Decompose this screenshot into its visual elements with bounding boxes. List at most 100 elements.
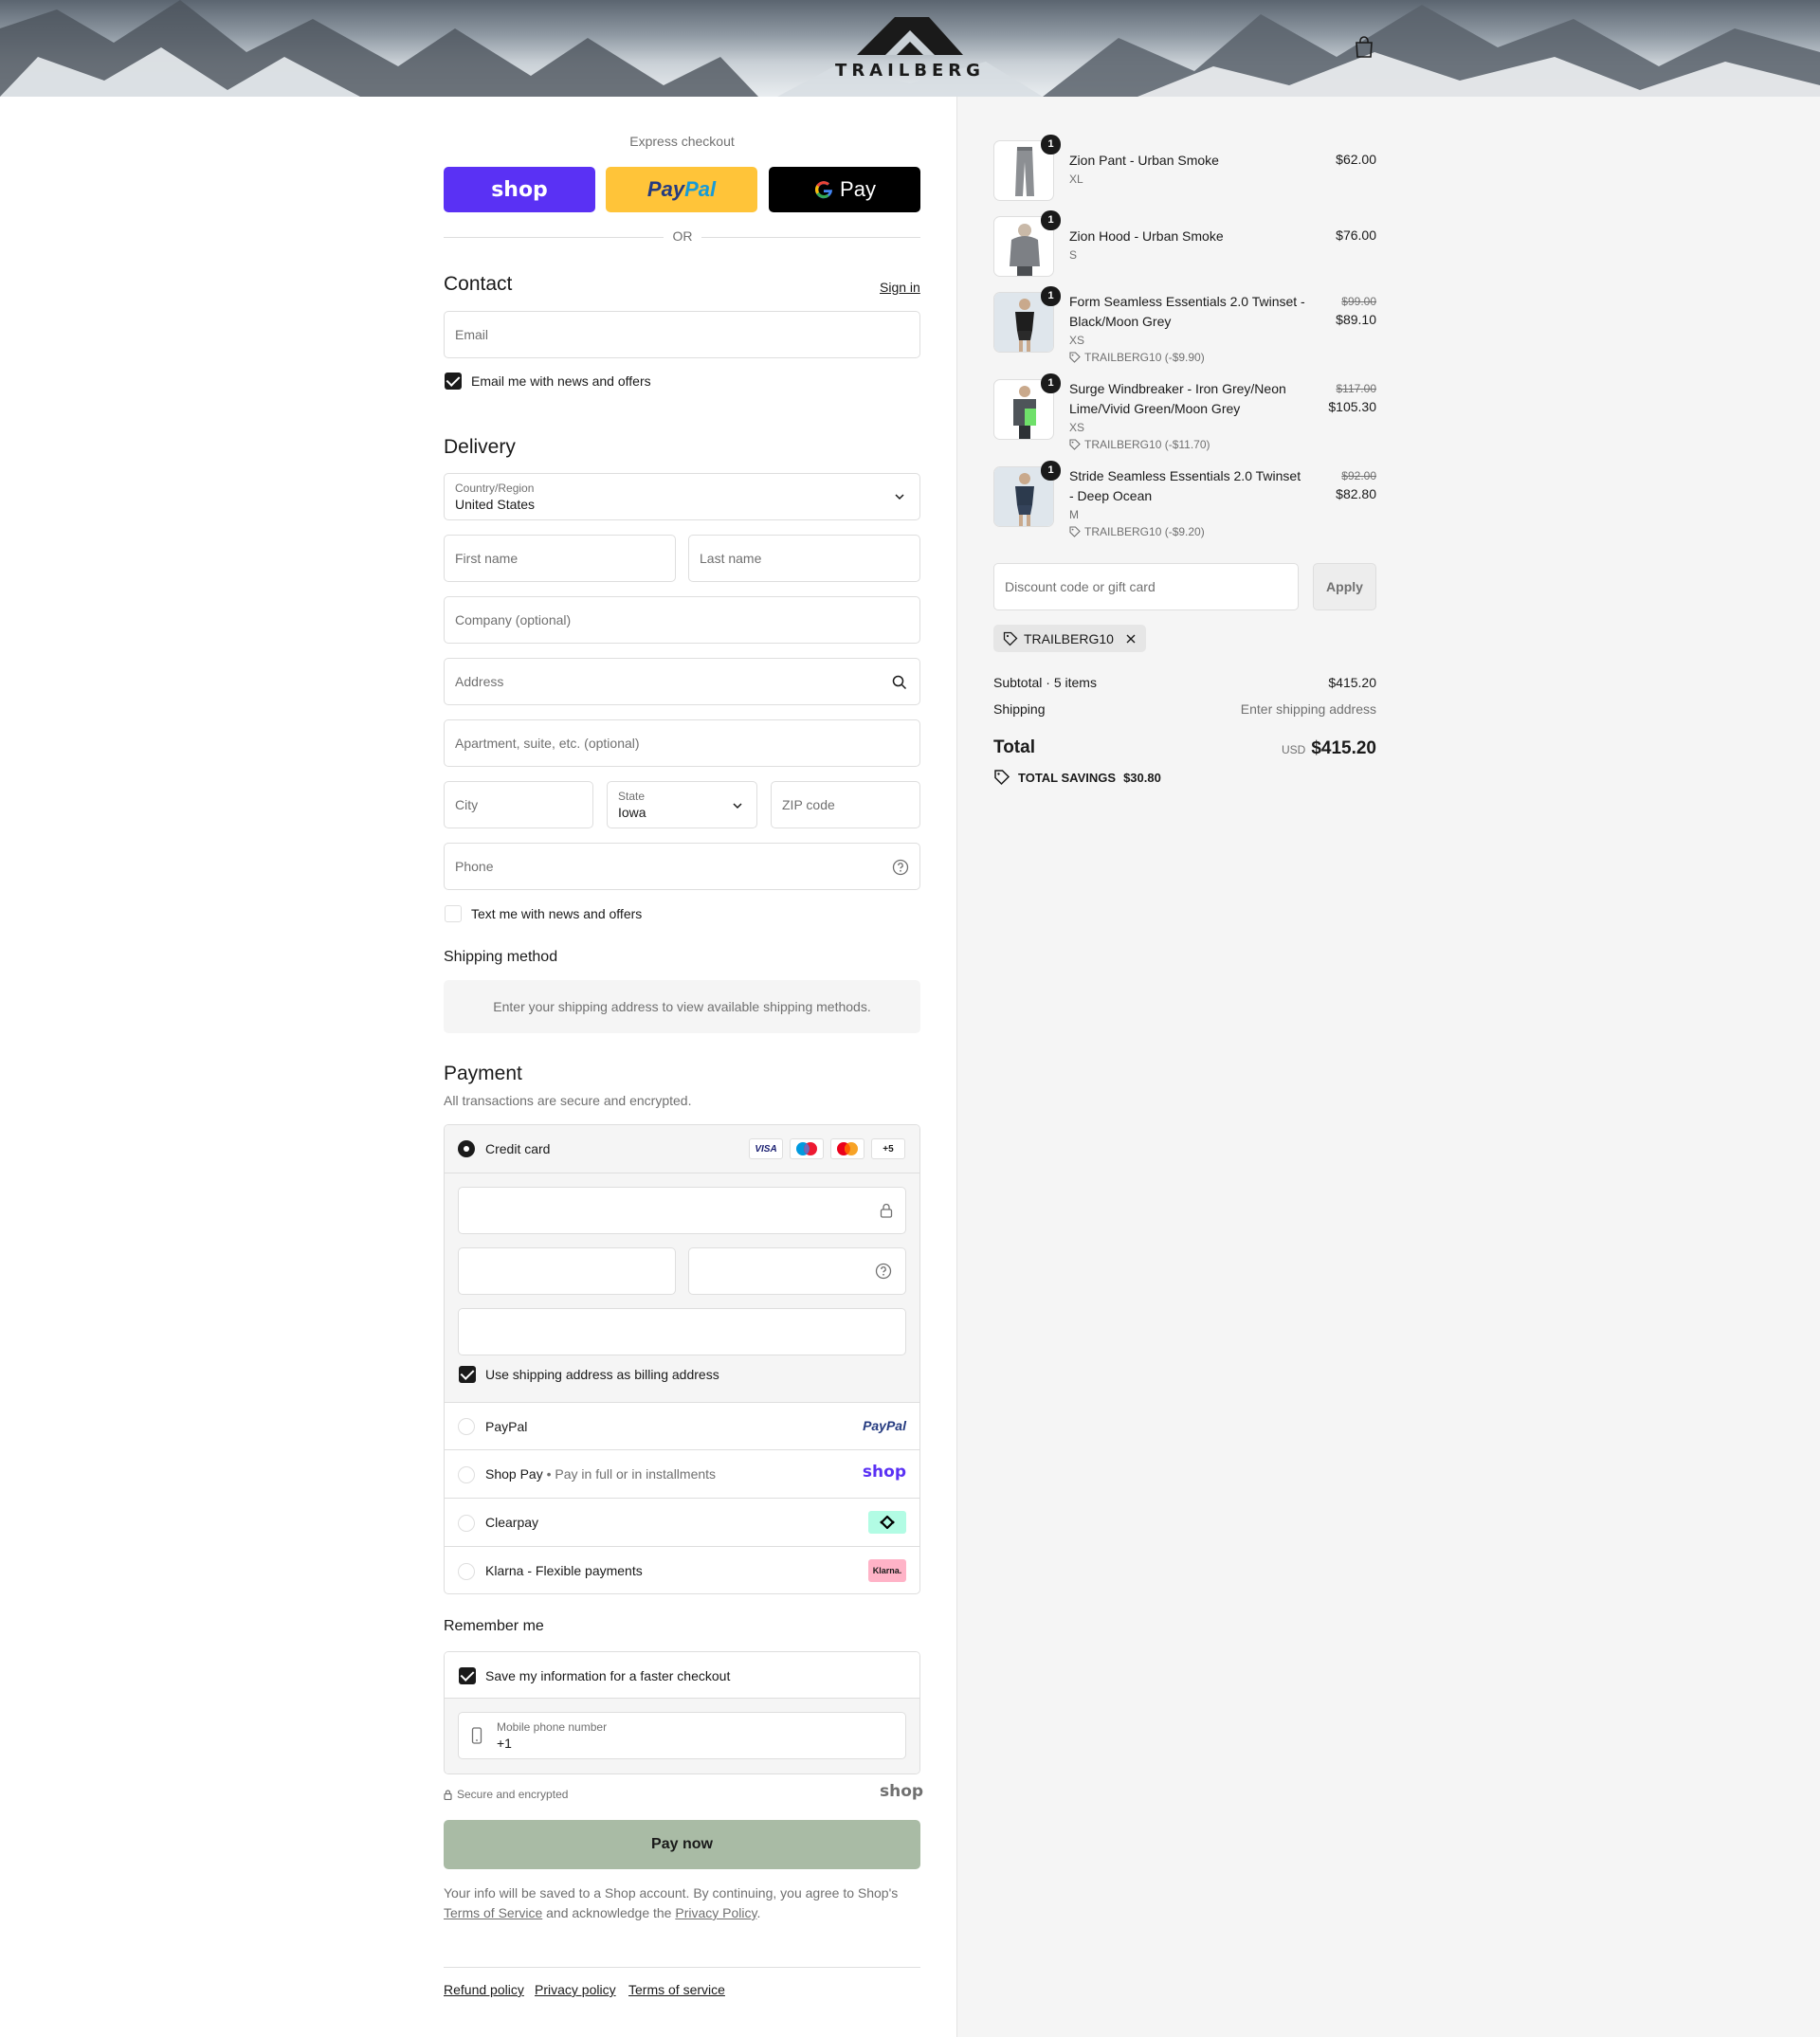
discount-code-field[interactable]: Discount code or gift card xyxy=(993,563,1299,610)
subtotal-label: Subtotal · 5 items xyxy=(993,675,1097,690)
email-news-checkbox[interactable] xyxy=(445,373,462,390)
delivery-heading: Delivery xyxy=(444,436,516,458)
item-name: Zion Pant - Urban Smoke xyxy=(1069,153,1219,168)
text-news-checkbox[interactable] xyxy=(445,905,462,922)
maestro-icon xyxy=(790,1138,824,1159)
paypal-radio[interactable] xyxy=(458,1418,475,1435)
country-select[interactable]: Country/Region United States xyxy=(444,473,920,520)
site-header: TRAILBERG xyxy=(0,0,1820,97)
card-number-field[interactable] xyxy=(458,1187,906,1234)
quantity-badge: 1 xyxy=(1041,461,1061,481)
credit-card-radio[interactable] xyxy=(458,1140,475,1157)
state-select[interactable]: State Iowa xyxy=(607,781,757,828)
shipping-label: Shipping xyxy=(993,701,1046,717)
mountain-logo-icon xyxy=(857,17,963,55)
cart-item: 1 Zion Pant - Urban Smoke XL $62.00 xyxy=(993,135,1376,203)
cart-item: 1 Zion Hood - Urban Smoke S $76.00 xyxy=(993,210,1376,279)
apartment-field[interactable]: Apartment, suite, etc. (optional) xyxy=(444,719,920,767)
item-variant: XS xyxy=(1069,334,1085,347)
google-pay-button[interactable]: Pay xyxy=(769,167,920,212)
paypal-option[interactable]: PayPal PayPal xyxy=(445,1402,919,1449)
close-icon[interactable] xyxy=(1125,633,1137,645)
shopping-bag-icon[interactable] xyxy=(1354,36,1374,59)
save-info-checkbox[interactable] xyxy=(459,1667,476,1684)
terms-of-service-footer-link[interactable]: Terms of service xyxy=(628,1982,725,1997)
privacy-policy-link[interactable]: Privacy Policy xyxy=(675,1905,756,1920)
klarna-label: Klarna - Flexible payments xyxy=(485,1563,643,1578)
item-name: Stride Seamless Essentials 2.0 Twinset -… xyxy=(1069,468,1301,503)
billing-address-label: Use shipping address as billing address xyxy=(485,1367,719,1382)
klarna-radio[interactable] xyxy=(458,1563,475,1580)
applied-discount-chip: TRAILBERG10 xyxy=(993,625,1146,652)
klarna-logo: Klarna. xyxy=(868,1559,906,1582)
first-name-field[interactable]: First name xyxy=(444,535,676,582)
text-news-label: Text me with news and offers xyxy=(471,906,643,921)
quantity-badge: 1 xyxy=(1041,373,1061,393)
clearpay-radio[interactable] xyxy=(458,1515,475,1532)
privacy-policy-footer-link[interactable]: Privacy policy xyxy=(535,1982,616,1997)
remember-me-heading: Remember me xyxy=(444,1618,544,1634)
google-g-icon xyxy=(815,181,833,199)
mobile-area: Mobile phone number +1 xyxy=(445,1699,919,1773)
item-name: Surge Windbreaker - Iron Grey/Neon Lime/… xyxy=(1069,381,1286,416)
cart-item: 1 Stride Seamless Essentials 2.0 Twinset… xyxy=(993,461,1376,542)
cart-item: 1 Surge Windbreaker - Iron Grey/Neon Lim… xyxy=(993,373,1376,455)
paypal-button[interactable]: Pay Pal xyxy=(606,167,757,212)
last-name-field[interactable]: Last name xyxy=(688,535,920,582)
item-variant: M xyxy=(1069,508,1079,521)
payment-methods: Credit card VISA +5 Use shipping address… xyxy=(444,1124,920,1594)
billing-address-checkbox[interactable] xyxy=(459,1366,476,1383)
address-field[interactable]: Address xyxy=(444,658,920,705)
security-code-field[interactable] xyxy=(688,1247,906,1295)
total-label: Total xyxy=(993,737,1035,757)
item-original-price: $92.00 xyxy=(1341,469,1376,482)
card-fields-area: Use shipping address as billing address xyxy=(445,1173,919,1402)
search-icon xyxy=(892,675,907,690)
quantity-badge: 1 xyxy=(1041,135,1061,155)
tag-icon xyxy=(1003,631,1018,646)
shop-pay-radio[interactable] xyxy=(458,1466,475,1483)
refund-policy-link[interactable]: Refund policy xyxy=(444,1982,524,1997)
shop-pay-option[interactable]: Shop Pay • Pay in full or in installment… xyxy=(445,1449,919,1498)
subtotal-value: $415.20 xyxy=(1328,675,1376,690)
help-circle-icon[interactable] xyxy=(892,859,909,876)
mastercard-icon xyxy=(830,1138,864,1159)
visa-icon: VISA xyxy=(749,1138,783,1159)
phone-field[interactable]: Phone xyxy=(444,843,920,890)
apply-discount-button[interactable]: Apply xyxy=(1313,563,1376,610)
total-value: USD $415.20 xyxy=(1281,738,1376,758)
legal-text: Your info will be saved to a Shop accoun… xyxy=(444,1885,899,1920)
pay-now-button[interactable]: Pay now xyxy=(444,1820,920,1869)
company-field[interactable]: Company (optional) xyxy=(444,596,920,644)
quantity-badge: 1 xyxy=(1041,210,1061,230)
brand-name: TRAILBERG xyxy=(835,61,985,81)
help-circle-icon[interactable] xyxy=(875,1263,892,1280)
shop-logo: shop xyxy=(862,1463,906,1482)
terms-of-service-link[interactable]: Terms of Service xyxy=(444,1905,542,1920)
email-field[interactable]: Email xyxy=(444,311,920,358)
tag-icon xyxy=(1069,526,1081,537)
klarna-option[interactable]: Klarna - Flexible payments Klarna. xyxy=(445,1546,919,1593)
item-discount: TRAILBERG10 (-$9.90) xyxy=(1069,351,1205,364)
sign-in-link[interactable]: Sign in xyxy=(880,280,920,295)
tag-icon xyxy=(1069,352,1081,363)
credit-card-option[interactable]: Credit card VISA +5 xyxy=(445,1125,919,1173)
payment-heading: Payment xyxy=(444,1063,522,1084)
contact-heading: Contact xyxy=(444,273,513,295)
name-on-card-field[interactable] xyxy=(458,1308,906,1355)
expiration-date-field[interactable] xyxy=(458,1247,676,1295)
zip-code-field[interactable]: ZIP code xyxy=(771,781,920,828)
city-field[interactable]: City xyxy=(444,781,593,828)
item-name: Zion Hood - Urban Smoke xyxy=(1069,228,1224,244)
or-divider-label: OR xyxy=(664,228,701,244)
clearpay-option[interactable]: Clearpay xyxy=(445,1498,919,1546)
email-news-label: Email me with news and offers xyxy=(471,373,651,389)
item-discount: TRAILBERG10 (-$11.70) xyxy=(1069,438,1210,451)
shop-pay-button[interactable]: shop xyxy=(444,167,595,212)
lock-icon xyxy=(444,1789,452,1800)
save-info-row[interactable]: Save my information for a faster checkou… xyxy=(445,1652,919,1699)
mobile-phone-field[interactable]: Mobile phone number +1 xyxy=(458,1712,906,1759)
brand-logo[interactable]: TRAILBERG xyxy=(834,17,986,83)
paypal-logo: PayPal xyxy=(863,1418,906,1433)
clearpay-label: Clearpay xyxy=(485,1515,539,1530)
